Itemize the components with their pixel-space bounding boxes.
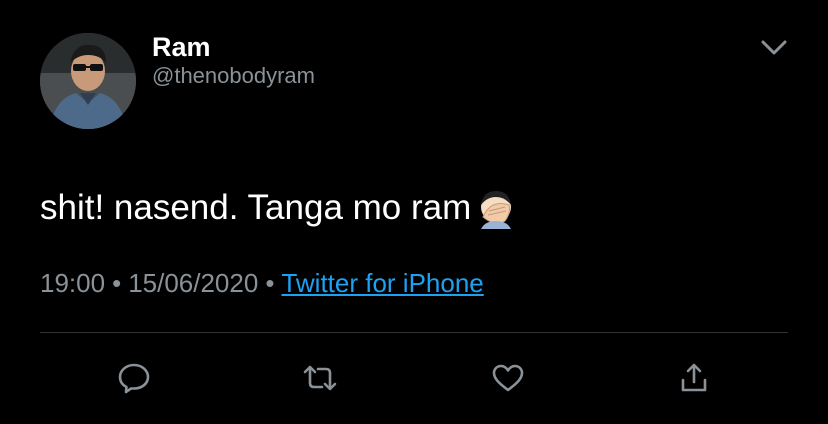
tweet-date: 15/06/2020 — [128, 268, 259, 298]
speech-bubble-icon — [118, 363, 150, 394]
user-handle[interactable]: @thenobodyram — [152, 62, 315, 90]
chevron-down-icon — [761, 40, 787, 55]
retweet-arrows-icon — [303, 365, 337, 391]
heart-icon — [492, 364, 524, 392]
reply-button[interactable] — [114, 358, 154, 398]
tweet-source-link[interactable]: Twitter for iPhone — [281, 268, 483, 298]
tweet-body: shit! nasend. Tanga mo ram — [40, 188, 472, 227]
avatar[interactable] — [40, 33, 136, 129]
share-upload-icon — [681, 363, 707, 392]
divider — [40, 332, 788, 333]
tweet-meta: 19:00 • 15/06/2020 • Twitter for iPhone — [40, 266, 484, 300]
display-name[interactable]: Ram — [152, 31, 211, 63]
face-palm-emoji — [481, 191, 512, 229]
tweet-text: shit! nasend. Tanga mo ram — [40, 186, 517, 230]
meta-separator: • — [265, 268, 275, 298]
meta-separator: • — [112, 268, 122, 298]
tweet-menu-button[interactable] — [756, 34, 792, 62]
like-button[interactable] — [488, 358, 528, 398]
avatar-photo — [40, 33, 136, 129]
retweet-button[interactable] — [300, 358, 340, 398]
tweet-time: 19:00 — [40, 268, 106, 298]
share-button[interactable] — [674, 358, 714, 398]
